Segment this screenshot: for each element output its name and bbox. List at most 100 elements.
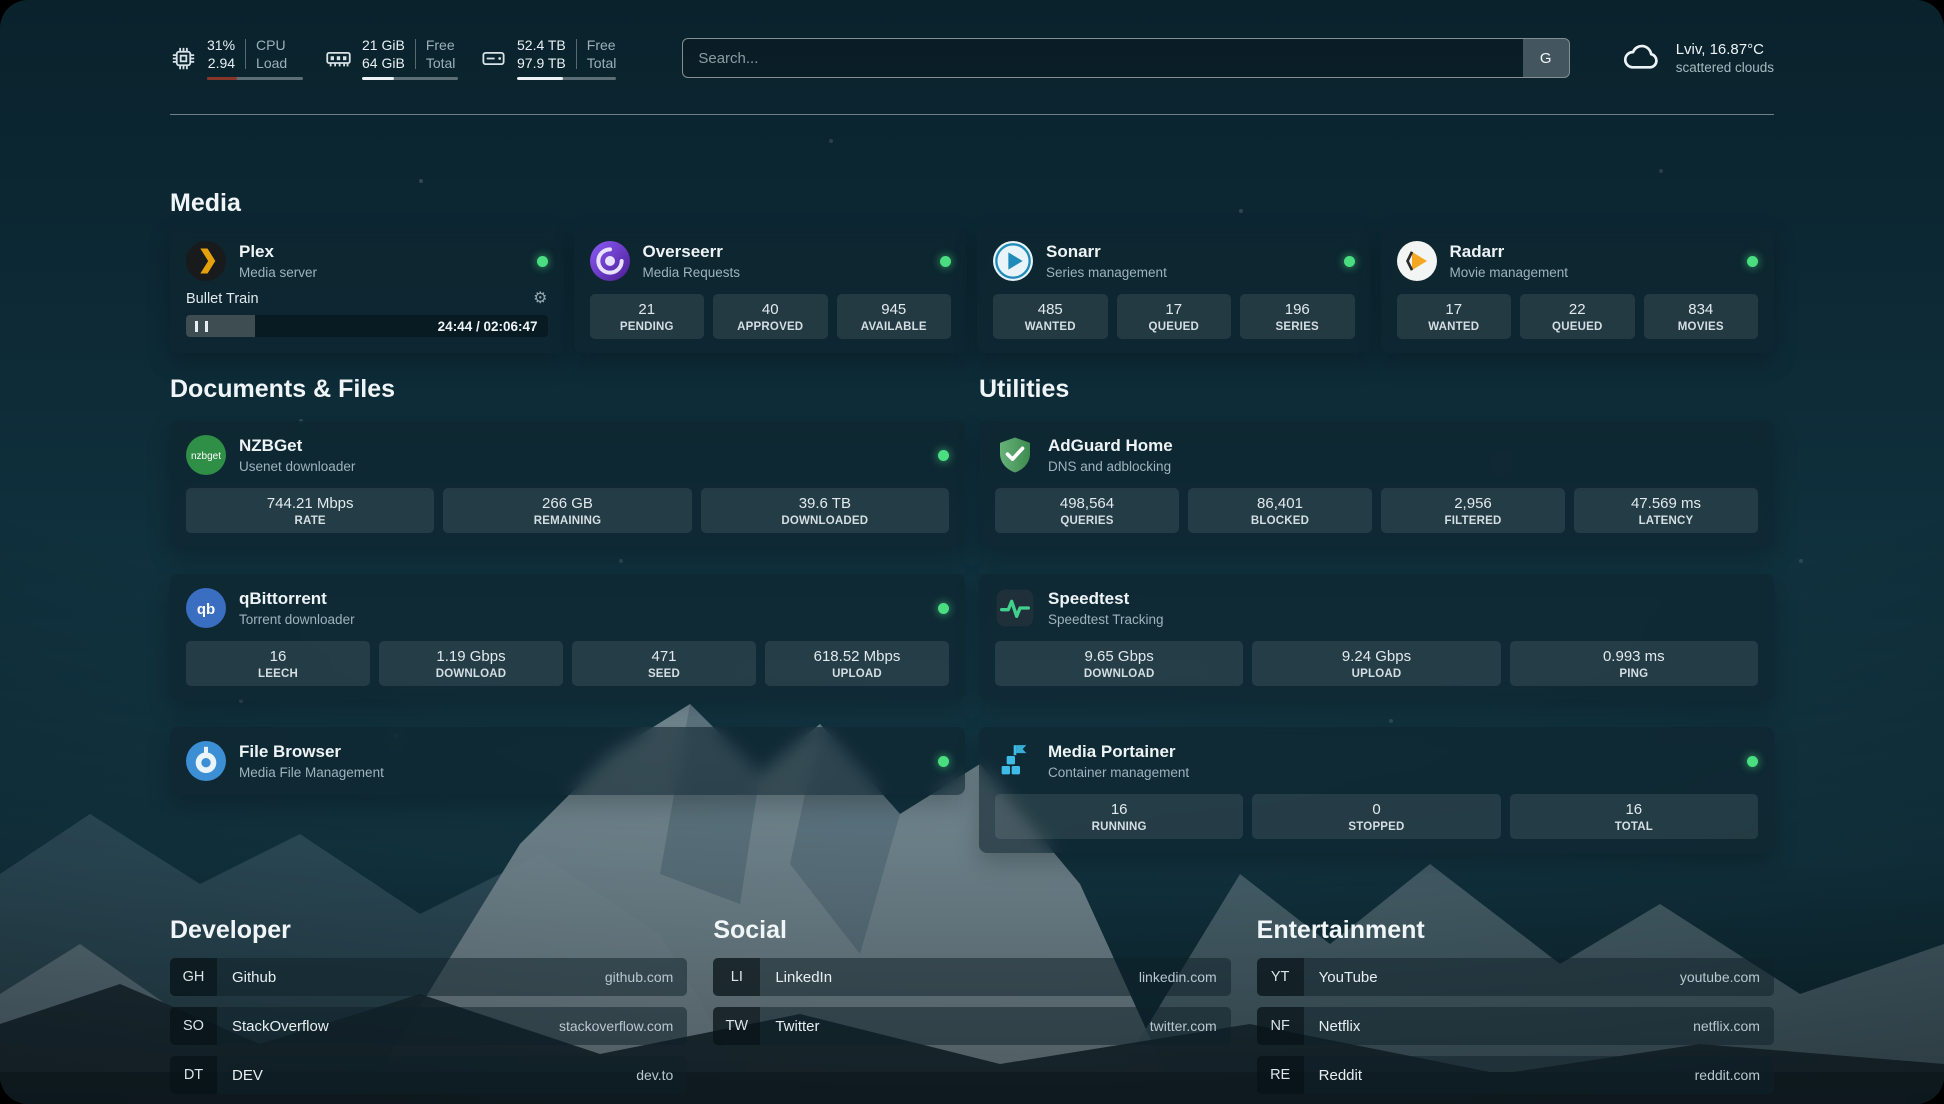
service-card-plex[interactable]: Plex Media server Bullet Train ⚙ 24:44 /… bbox=[170, 227, 564, 353]
adguard-icon bbox=[995, 435, 1035, 475]
widget-divider bbox=[576, 39, 577, 69]
service-name: Sonarr bbox=[1046, 242, 1167, 262]
stat-label: DOWNLOAD bbox=[383, 668, 559, 680]
bookmark-group-social: Social LI LinkedIn linkedin.com TW Twitt… bbox=[713, 916, 1230, 1056]
bookmark-stackoverflow[interactable]: SO StackOverflow stackoverflow.com bbox=[170, 1007, 687, 1045]
bookmark-twitter[interactable]: TW Twitter twitter.com bbox=[713, 1007, 1230, 1045]
bookmark-abbr: GH bbox=[170, 958, 217, 996]
service-card-filebrowser[interactable]: File Browser Media File Management bbox=[170, 727, 965, 795]
stat-value: 47.569 ms bbox=[1578, 495, 1754, 512]
filebrowser-icon bbox=[186, 741, 226, 781]
stat-tile: 17 WANTED bbox=[1397, 294, 1512, 339]
stat-tile: 485 WANTED bbox=[993, 294, 1108, 339]
service-card-adguard-home[interactable]: AdGuard Home DNS and adblocking 498,564 … bbox=[979, 421, 1774, 547]
service-card-qbittorrent[interactable]: qb qBittorrent Torrent downloader 16 LEE… bbox=[170, 574, 965, 700]
stat-value: 834 bbox=[1648, 301, 1755, 318]
stat-value: 471 bbox=[576, 648, 752, 665]
search-provider-button[interactable]: G bbox=[1523, 39, 1569, 77]
portainer-icon bbox=[995, 741, 1035, 781]
bookmark-group-entertainment: Entertainment YT YouTube youtube.com NF … bbox=[1257, 916, 1774, 1104]
stat-label: AVAILABLE bbox=[841, 321, 948, 333]
stat-tile: 16 RUNNING bbox=[995, 794, 1243, 839]
service-subtitle: DNS and adblocking bbox=[1048, 459, 1173, 474]
service-name: Radarr bbox=[1450, 242, 1569, 262]
bookmark-url: stackoverflow.com bbox=[559, 1018, 687, 1034]
stat-value: 266 GB bbox=[447, 495, 687, 512]
service-subtitle: Container management bbox=[1048, 765, 1189, 780]
radarr-icon bbox=[1397, 241, 1437, 281]
sonarr-icon bbox=[993, 241, 1033, 281]
bookmark-linkedin[interactable]: LI LinkedIn linkedin.com bbox=[713, 958, 1230, 996]
cpu-widget: 31% 2.94 CPU Load bbox=[170, 36, 303, 80]
service-card-sonarr[interactable]: Sonarr Series management 485 WANTED 17 Q… bbox=[977, 227, 1371, 353]
speedtest-icon bbox=[995, 588, 1035, 628]
stat-label: WANTED bbox=[1401, 321, 1508, 333]
bookmark-dev[interactable]: DT DEV dev.to bbox=[170, 1056, 687, 1094]
stat-label: DOWNLOADED bbox=[705, 515, 945, 527]
widget-divider bbox=[245, 39, 246, 69]
gear-icon[interactable]: ⚙ bbox=[533, 291, 547, 307]
plex-icon bbox=[186, 241, 226, 281]
memory-meter-fill bbox=[362, 77, 394, 80]
section-title-utilities: Utilities bbox=[979, 375, 1774, 404]
stat-label: QUERIES bbox=[999, 515, 1175, 527]
bookmark-name: Github bbox=[232, 969, 276, 986]
service-name: AdGuard Home bbox=[1048, 436, 1173, 456]
section-utilities: Utilities AdGuard Home DNS and adblockin… bbox=[979, 375, 1774, 853]
stat-label: STOPPED bbox=[1256, 821, 1496, 833]
service-card-speedtest[interactable]: Speedtest Speedtest Tracking 9.65 Gbps D… bbox=[979, 574, 1774, 700]
bookmark-name: DEV bbox=[232, 1067, 263, 1084]
service-card-overseerr[interactable]: Overseerr Media Requests 21 PENDING 40 A… bbox=[574, 227, 968, 353]
bookmark-abbr: SO bbox=[170, 1007, 217, 1045]
now-playing-progress-bar[interactable]: 24:44 / 02:06:47 bbox=[186, 315, 548, 337]
search-input[interactable] bbox=[683, 50, 1522, 67]
bookmark-url: youtube.com bbox=[1680, 969, 1774, 985]
stat-tile: 86,401 BLOCKED bbox=[1188, 488, 1372, 533]
stat-tile: 0 STOPPED bbox=[1252, 794, 1500, 839]
service-card-radarr[interactable]: Radarr Movie management 17 WANTED 22 QUE… bbox=[1381, 227, 1775, 353]
bookmark-youtube[interactable]: YT YouTube youtube.com bbox=[1257, 958, 1774, 996]
stat-label: TOTAL bbox=[1514, 821, 1754, 833]
stat-value: 39.6 TB bbox=[705, 495, 945, 512]
stat-tile: 1.19 Gbps DOWNLOAD bbox=[379, 641, 563, 686]
stat-tile: 498,564 QUERIES bbox=[995, 488, 1179, 533]
service-name: File Browser bbox=[239, 742, 384, 762]
memory-free-label: Free bbox=[426, 36, 456, 54]
disk-free-value: 52.4 TB bbox=[517, 36, 566, 54]
bookmark-reddit[interactable]: RE Reddit reddit.com bbox=[1257, 1056, 1774, 1094]
stat-tile: 0.993 ms PING bbox=[1510, 641, 1758, 686]
stat-label: LEECH bbox=[190, 668, 366, 680]
cpu-load-label: Load bbox=[256, 54, 287, 72]
service-subtitle: Media Requests bbox=[643, 265, 741, 280]
overseerr-icon bbox=[590, 241, 630, 281]
stat-value: 40 bbox=[717, 301, 824, 318]
bookmark-name: Twitter bbox=[775, 1018, 819, 1035]
bookmark-abbr: RE bbox=[1257, 1056, 1304, 1094]
stat-value: 17 bbox=[1121, 301, 1228, 318]
stat-label: WANTED bbox=[997, 321, 1104, 333]
bookmark-abbr: YT bbox=[1257, 958, 1304, 996]
dashboard-screen: 31% 2.94 CPU Load bbox=[0, 0, 1944, 1104]
service-card-portainer[interactable]: Media Portainer Container management 16 … bbox=[979, 727, 1774, 853]
bookmark-github[interactable]: GH Github github.com bbox=[170, 958, 687, 996]
pause-icon[interactable] bbox=[195, 321, 208, 332]
stat-label: QUEUED bbox=[1524, 321, 1631, 333]
cpu-meter-fill bbox=[207, 77, 237, 80]
memory-total-value: 64 GiB bbox=[362, 54, 405, 72]
stat-tile: 834 MOVIES bbox=[1644, 294, 1759, 339]
disk-total-value: 97.9 TB bbox=[517, 54, 566, 72]
stat-value: 0 bbox=[1256, 801, 1496, 818]
stat-value: 16 bbox=[999, 801, 1239, 818]
stat-value: 2,956 bbox=[1385, 495, 1561, 512]
svg-text:qb: qb bbox=[197, 601, 215, 618]
bookmark-name: LinkedIn bbox=[775, 969, 832, 986]
bookmark-netflix[interactable]: NF Netflix netflix.com bbox=[1257, 1007, 1774, 1045]
bookmark-url: reddit.com bbox=[1695, 1067, 1774, 1083]
stat-tile: 17 QUEUED bbox=[1117, 294, 1232, 339]
service-card-nzbget[interactable]: nzbget NZBGet Usenet downloader 744.21 M… bbox=[170, 421, 965, 547]
bookmark-group-developer: Developer GH Github github.com SO StackO… bbox=[170, 916, 687, 1104]
cpu-label: CPU bbox=[256, 36, 287, 54]
stat-value: 618.52 Mbps bbox=[769, 648, 945, 665]
stat-label: SEED bbox=[576, 668, 752, 680]
stat-tile: 266 GB REMAINING bbox=[443, 488, 691, 533]
